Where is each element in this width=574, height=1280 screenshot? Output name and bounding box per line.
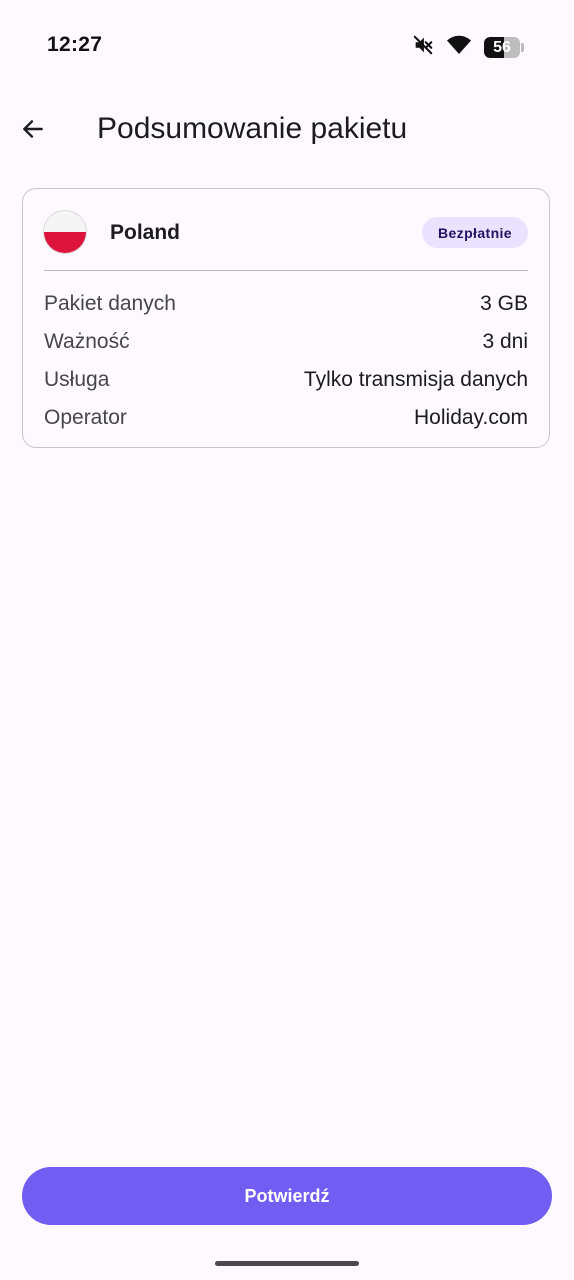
back-button[interactable] [12, 110, 54, 152]
detail-label: Ważność [44, 330, 130, 353]
detail-value: Tylko transmisja danych [303, 368, 528, 391]
wifi-icon [446, 34, 472, 61]
status-bar: 12:27 56 [0, 0, 574, 92]
country-name: Poland [110, 221, 181, 244]
detail-label: Usługa [44, 368, 110, 391]
home-indicator[interactable] [215, 1261, 359, 1266]
page-title: Podsumowanie pakietu [97, 112, 408, 145]
detail-row-validity: Ważność 3 dni [44, 323, 528, 361]
detail-row-operator: Operator Holiday.com [44, 399, 528, 437]
detail-label: Pakiet danych [44, 292, 176, 315]
mute-icon [412, 34, 434, 61]
app-bar: Podsumowanie pakietu [0, 92, 574, 170]
detail-value: 3 GB [480, 292, 528, 315]
battery-level: 56 [493, 38, 511, 56]
package-summary-card: Poland Bezpłatnie Pakiet danych 3 GB Waż… [22, 188, 550, 448]
detail-label: Operator [44, 406, 127, 429]
poland-flag-icon [44, 211, 86, 253]
arrow-left-icon [20, 116, 46, 147]
detail-list: Pakiet danych 3 GB Ważność 3 dni Usługa … [44, 285, 528, 437]
detail-value: Holiday.com [414, 406, 528, 429]
card-divider [44, 270, 528, 271]
detail-row-data-package: Pakiet danych 3 GB [44, 285, 528, 323]
detail-row-service: Usługa Tylko transmisja danych [44, 361, 528, 399]
battery-icon: 56 [484, 37, 524, 59]
status-icons: 56 [412, 34, 524, 61]
card-header: Poland Bezpłatnie [44, 211, 528, 255]
detail-value: 3 dni [482, 330, 528, 353]
confirm-button[interactable]: Potwierdź [22, 1167, 552, 1225]
price-badge: Bezpłatnie [421, 217, 528, 248]
status-time: 12:27 [47, 33, 103, 56]
